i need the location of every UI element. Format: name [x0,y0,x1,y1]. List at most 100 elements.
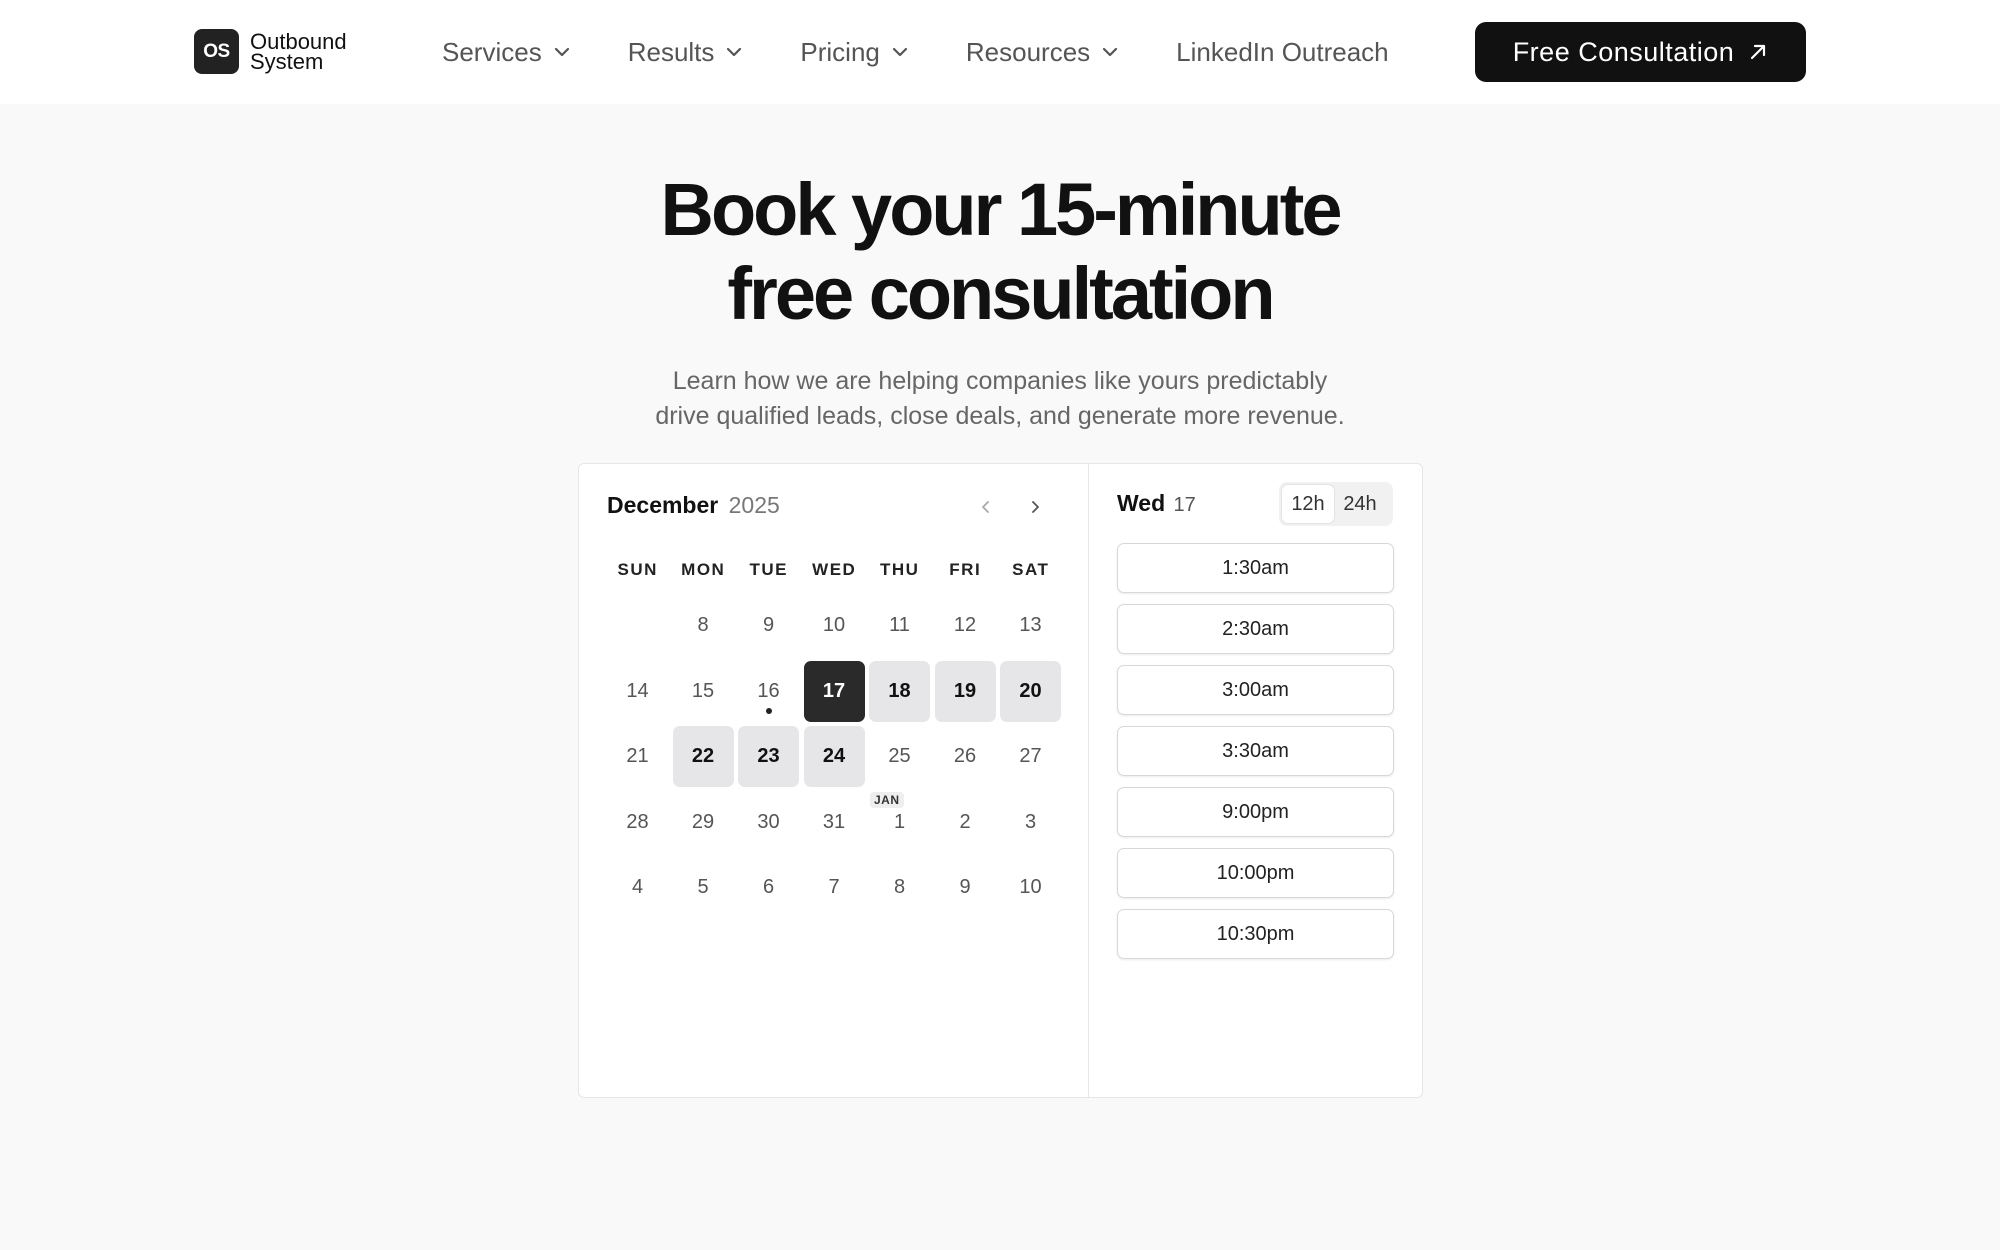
calendar-day: 8 [869,857,930,918]
calendar-day: 10 [1000,857,1061,918]
calendar-day: 16 [738,661,799,722]
month-badge: JAN [870,791,904,808]
arrow-up-right-icon [1751,44,1766,60]
nav-item-pricing[interactable]: Pricing [800,37,909,68]
day-number: 23 [757,745,780,767]
calendar-day: 29 [673,792,734,853]
calendar-day: 13 [1000,595,1061,656]
weekday-label: THU [880,560,920,579]
day-number: 30 [757,810,780,833]
page-subtitle: Learn how we are helping companies like … [0,364,2000,434]
nav-item-label: Results [627,36,715,67]
nav-item-linkedin-outreach[interactable]: LinkedIn Outreach [1176,37,1388,68]
time-slot-button[interactable]: 3:00am [1117,665,1394,715]
calendar-day-selected[interactable]: 17 [803,660,865,722]
calendar-day: 21 [607,726,668,787]
weekday-header: SUN MON TUE WED THU FRI SAT [605,560,1064,580]
next-month-button[interactable] [1022,494,1048,520]
weekday-label: TUE [749,560,788,579]
calendar-day: 7 [804,857,865,918]
subtitle-line-2: drive qualified leads, close deals, and … [655,402,1345,430]
day-number: 8 [893,876,906,898]
day-number: 1 [893,810,906,833]
calendar-day: 14 [607,661,668,722]
day-number: 28 [626,810,649,833]
day-number: 7 [828,876,840,898]
logo[interactable]: OS Outbound System [194,29,347,74]
day-number: 13 [1019,614,1042,636]
day-number: 5 [697,876,709,898]
time-slots-panel: Wed 17 12h 24h 1:30am 2:30am 3:00am 3:30am 9… [1089,464,1424,1097]
calendar-day: 12 [935,595,996,656]
day-number: 11 [889,614,910,636]
day-number: 16 [757,679,780,702]
format-12h-option[interactable]: 12h [1282,485,1334,523]
time-slot-button[interactable]: 9:00pm [1117,787,1394,837]
nav-item-resources[interactable]: Resources [966,37,1120,68]
calendar-panel: December 2025 SUN MON TUE WED THU FRI SAT 8 9 10… [579,464,1089,1097]
calendar-day: 28 [607,792,668,853]
day-number: 20 [1019,679,1042,702]
day-number: 10 [822,614,846,636]
time-slot-button[interactable]: 10:00pm [1117,848,1394,898]
calendar-day-available[interactable]: 22 [672,726,734,787]
weekday-label: WED [812,560,857,579]
day-number: 4 [631,876,644,898]
calendar-day: 9 [738,595,799,656]
calendar-day: 26 [935,726,996,787]
day-number: 2 [959,810,971,833]
day-number: 21 [626,745,649,767]
selected-day-name: Wed [1117,490,1166,516]
title-line-1: Book your 15-minute [660,168,1343,251]
calendar-day: 3 [1000,792,1061,853]
day-number: 14 [626,679,649,702]
day-number: 22 [691,745,715,767]
chevron-down-icon [1103,47,1118,57]
day-number: 17 [822,679,846,702]
time-slot-button[interactable]: 1:30am [1117,543,1394,593]
time-slot-button[interactable]: 2:30am [1117,604,1394,654]
time-format-toggle: 12h 24h [1279,482,1393,526]
weekday-label: SAT [1012,560,1050,579]
time-slot-button[interactable]: 10:30pm [1117,909,1394,959]
day-number: 9 [959,876,971,898]
calendar-day: 31 [804,792,865,853]
format-24h-option[interactable]: 24h [1334,485,1386,523]
free-consultation-button[interactable]: Free Consultation [1475,22,1806,82]
day-number: 27 [1019,745,1042,767]
calendar-day-available[interactable]: 24 [803,726,865,787]
day-number: 15 [691,679,715,702]
calendar-day: 30 [738,792,799,853]
calendar-day: 25 [869,726,930,787]
nav-item-label: Services [442,36,542,67]
calendar-day: 5 [673,857,734,918]
nav-item-services[interactable]: Services [442,37,572,68]
logo-text: Outbound System [250,30,347,74]
day-number: 19 [953,679,977,702]
today-indicator-dot [766,707,772,714]
calendar-day: 15 [673,661,734,722]
selected-day-number: 17 [1173,494,1196,516]
logo-text-line2: System [250,48,324,74]
nav-item-results[interactable]: Results [628,37,745,68]
calendar-day: 8 [673,595,734,656]
month-title: December 2025 [607,492,780,519]
nav-item-label: Resources [965,36,1091,67]
calendar-day: 27 [1000,726,1061,787]
calendar-day: 10 [804,595,865,656]
day-number: 24 [822,745,846,767]
calendar-day-available[interactable]: 19 [934,660,996,722]
nav-item-label: Pricing [800,36,880,67]
day-number: 26 [953,745,977,767]
booking-widget: December 2025 SUN MON TUE WED THU FRI SAT 8 9 10… [578,463,1423,1098]
calendar-day-available[interactable]: 20 [1000,660,1061,722]
calendar-day-available[interactable]: 23 [738,726,799,787]
chevron-down-icon [554,47,569,57]
day-number: 6 [762,876,775,898]
day-number: 10 [1019,876,1042,898]
time-slot-button[interactable]: 3:30am [1117,726,1394,776]
previous-month-button[interactable] [973,494,999,520]
calendar-day-available[interactable]: 18 [869,660,930,722]
selected-date-label: Wed 17 [1117,490,1196,517]
site-header: OS Outbound System Services Results Pric… [0,0,2000,104]
